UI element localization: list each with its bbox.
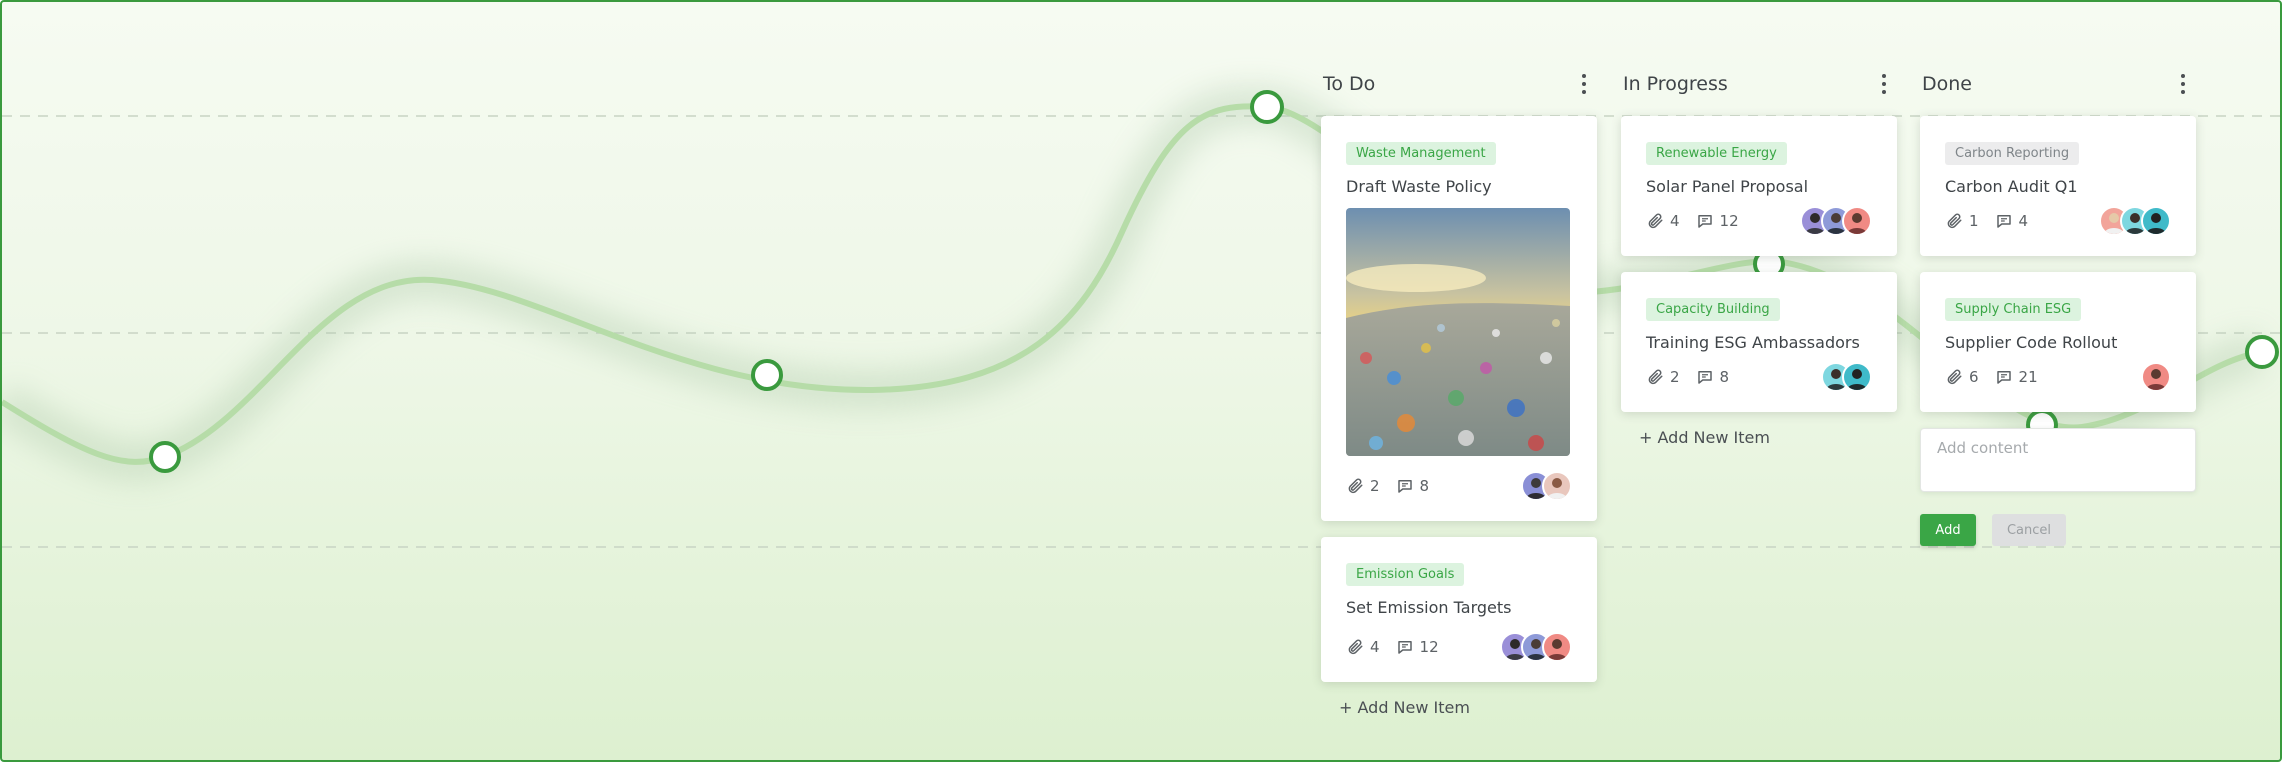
attachment-count[interactable]: 4 — [1646, 212, 1680, 230]
column-title: To Do — [1323, 73, 1376, 95]
comment-count[interactable]: 21 — [1995, 368, 2038, 386]
add-content-input[interactable] — [1920, 428, 2196, 492]
assignee-avatars[interactable] — [2099, 206, 2171, 236]
more-vertical-icon[interactable] — [1873, 70, 1895, 98]
attachment-count[interactable]: 1 — [1945, 212, 1979, 230]
category-badge: Supply Chain ESG — [1945, 298, 2082, 321]
comment-count[interactable]: 12 — [1396, 638, 1439, 656]
comment-count-value: 8 — [1419, 477, 1430, 495]
attachment-count-value: 4 — [1670, 212, 1680, 230]
card-title: Training ESG Ambassadors — [1646, 333, 1860, 352]
avatar — [2141, 362, 2171, 392]
card-title: Draft Waste Policy — [1346, 177, 1492, 196]
column-in-progress: In Progress Renewable Energy Solar Panel… — [1621, 62, 1897, 447]
card-footer: 4 12 — [1346, 632, 1572, 662]
comment-count[interactable]: 4 — [1995, 212, 2029, 230]
landfill-image — [1346, 208, 1570, 456]
comment-count-value: 12 — [1719, 212, 1739, 230]
comment-count[interactable]: 8 — [1696, 368, 1730, 386]
attachment-count-value: 4 — [1370, 638, 1380, 656]
assignee-avatars[interactable] — [1521, 471, 1572, 501]
message-square-icon — [1697, 215, 1712, 228]
column-todo: To Do Waste Management Draft Waste Polic… — [1321, 62, 1597, 717]
attachment-count-value: 6 — [1969, 368, 1979, 386]
curve-point — [149, 441, 181, 473]
assignee-avatars[interactable] — [2141, 362, 2171, 392]
card-footer: 2 8 — [1346, 471, 1572, 501]
comment-count-value: 4 — [2018, 212, 2029, 230]
paperclip-icon — [1348, 639, 1363, 655]
board-canvas: To Do Waste Management Draft Waste Polic… — [0, 0, 2282, 762]
attachment-count[interactable]: 2 — [1646, 368, 1680, 386]
card-footer: 1 4 — [1945, 206, 2171, 236]
card-title: Solar Panel Proposal — [1646, 177, 1809, 196]
paperclip-icon — [1648, 369, 1663, 385]
column-title: In Progress — [1623, 73, 1728, 95]
more-vertical-icon[interactable] — [2172, 70, 2194, 98]
category-badge: Emission Goals — [1346, 563, 1465, 586]
category-badge: Carbon Reporting — [1945, 142, 2080, 165]
column-header: Done — [1920, 62, 2196, 106]
category-badge: Waste Management — [1346, 142, 1496, 165]
cancel-button[interactable]: Cancel — [1992, 514, 2066, 546]
task-card[interactable]: Capacity Building Training ESG Ambassado… — [1621, 272, 1897, 412]
comment-count-value: 21 — [2018, 368, 2038, 386]
avatar — [2141, 206, 2171, 236]
assignee-avatars[interactable] — [1821, 362, 1872, 392]
attachment-count-value: 2 — [1370, 477, 1380, 495]
card-title: Carbon Audit Q1 — [1945, 177, 2078, 196]
curve-point — [751, 359, 783, 391]
message-square-icon — [1996, 371, 2011, 384]
add-new-item-button[interactable]: + Add New Item — [1321, 698, 1597, 717]
message-square-icon — [1996, 215, 2011, 228]
paperclip-icon — [1947, 213, 1962, 229]
more-vertical-icon[interactable] — [1573, 70, 1595, 98]
comment-count-value: 8 — [1719, 368, 1730, 386]
task-card[interactable]: Carbon Reporting Carbon Audit Q1 1 4 — [1920, 116, 2196, 256]
add-button[interactable]: Add — [1920, 514, 1976, 546]
card-title: Supplier Code Rollout — [1945, 333, 2118, 352]
assignee-avatars[interactable] — [1500, 632, 1572, 662]
card-footer: 4 12 — [1646, 206, 1872, 236]
attachment-count[interactable]: 2 — [1346, 477, 1380, 495]
category-badge: Capacity Building — [1646, 298, 1780, 321]
attachment-count-value: 1 — [1969, 212, 1979, 230]
attachment-count[interactable]: 6 — [1945, 368, 1979, 386]
attachment-count-value: 2 — [1670, 368, 1680, 386]
comment-count[interactable]: 12 — [1696, 212, 1739, 230]
paperclip-icon — [1648, 213, 1663, 229]
column-header: In Progress — [1621, 62, 1897, 106]
comment-count-value: 12 — [1419, 638, 1439, 656]
task-card[interactable]: Renewable Energy Solar Panel Proposal 4 … — [1621, 116, 1897, 256]
card-title: Set Emission Targets — [1346, 598, 1512, 617]
message-square-icon — [1397, 480, 1412, 493]
avatar — [1842, 362, 1872, 392]
avatar — [1842, 206, 1872, 236]
assignee-avatars[interactable] — [1800, 206, 1872, 236]
column-title: Done — [1922, 73, 1972, 95]
card-footer: 2 8 — [1646, 362, 1872, 392]
message-square-icon — [1397, 641, 1412, 654]
card-footer: 6 21 — [1945, 362, 2171, 392]
task-card[interactable]: Waste Management Draft Waste Policy 2 8 — [1321, 116, 1597, 521]
avatar — [1542, 632, 1572, 662]
curve-point — [2245, 335, 2279, 369]
category-badge: Renewable Energy — [1646, 142, 1787, 165]
add-new-item-button[interactable]: + Add New Item — [1621, 428, 1897, 447]
message-square-icon — [1697, 371, 1712, 384]
avatar — [1542, 471, 1572, 501]
comment-count[interactable]: 8 — [1396, 477, 1430, 495]
paperclip-icon — [1947, 369, 1962, 385]
curve-point — [1250, 90, 1284, 124]
column-header: To Do — [1321, 62, 1597, 106]
column-done: Done Carbon Reporting Carbon Audit Q1 1 … — [1920, 62, 2196, 546]
attachment-count[interactable]: 4 — [1346, 638, 1380, 656]
task-card[interactable]: Supply Chain ESG Supplier Code Rollout 6… — [1920, 272, 2196, 412]
paperclip-icon — [1348, 478, 1363, 494]
task-card[interactable]: Emission Goals Set Emission Targets 4 12 — [1321, 537, 1597, 682]
